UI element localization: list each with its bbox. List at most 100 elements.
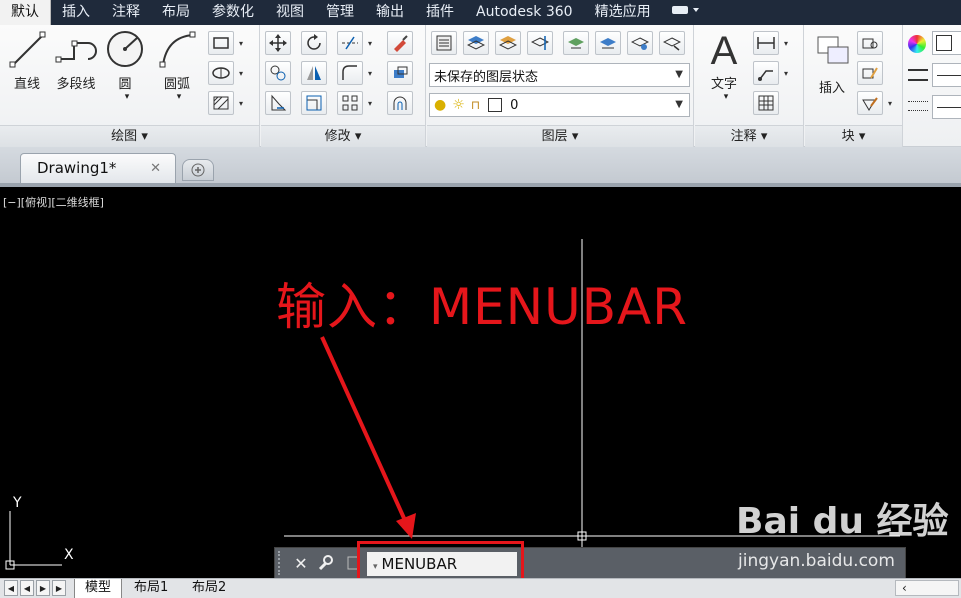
layer-lock-button[interactable] <box>659 31 685 55</box>
circle-dropdown-icon[interactable]: ▾ <box>102 92 152 102</box>
tab-output[interactable]: 输出 <box>365 0 415 25</box>
fillet-dropdown[interactable]: ▾ <box>365 61 375 85</box>
layer-previous-button[interactable] <box>563 31 589 55</box>
hatch-dropdown[interactable]: ▾ <box>236 91 246 115</box>
tab-default[interactable]: 默认 <box>0 0 51 25</box>
arc-tool[interactable]: 圆弧 ▾ <box>150 29 204 102</box>
new-tab-button[interactable] <box>182 159 214 181</box>
draw-panel-title[interactable]: 绘图 ▾ <box>0 125 259 147</box>
leader-button[interactable] <box>753 61 779 85</box>
modify-panel-expand-icon: ▾ <box>354 129 362 144</box>
horizontal-scrollbar[interactable]: ‹ <box>895 580 959 596</box>
erase-button[interactable] <box>387 31 413 55</box>
block-attributes-button[interactable] <box>857 91 883 115</box>
circle-tool[interactable]: 圆 ▾ <box>98 29 152 102</box>
layer-off-button[interactable] <box>627 31 653 55</box>
polyline-tool[interactable]: 多段线 <box>48 29 104 92</box>
rotate-button[interactable] <box>301 31 327 55</box>
explode-button[interactable] <box>387 61 413 85</box>
layer-lock-icon <box>663 37 681 51</box>
command-line-grip[interactable] <box>278 551 288 575</box>
linetype-preview <box>937 75 961 76</box>
tab-insert[interactable]: 插入 <box>51 0 101 25</box>
close-icon: ✕ <box>294 553 308 573</box>
lineweight-combo[interactable] <box>932 95 961 119</box>
lineweight-preview <box>937 107 961 108</box>
close-command-line-button[interactable]: ✕ <box>290 552 312 574</box>
layers-panel: 未保存的图层状态 ▼ ● ☼ ⊓ 0 ▼ 图层 ▾ <box>427 25 694 147</box>
text-dropdown-icon[interactable]: ▾ <box>701 92 751 102</box>
tab-view[interactable]: 视图 <box>265 0 315 25</box>
layer-match-button[interactable] <box>527 31 553 55</box>
layer-isolate-button[interactable] <box>595 31 621 55</box>
fillet-button[interactable] <box>337 61 363 85</box>
layer-state-button[interactable] <box>463 31 489 55</box>
line-tool-label: 直线 <box>13 77 40 92</box>
layout-tab-bar: ◀ ◀ ▶ ▶ 模型 布局1 布局2 ‹ <box>0 578 961 598</box>
offset-button[interactable] <box>387 91 413 115</box>
array-button[interactable] <box>337 91 363 115</box>
color-wheel-icon[interactable] <box>908 35 926 53</box>
scale-button[interactable] <box>301 91 327 115</box>
block-attributes-dropdown[interactable]: ▾ <box>885 91 895 115</box>
modify-panel-title[interactable]: 修改 ▾ <box>261 125 425 147</box>
block-panel-title[interactable]: 块 ▾ <box>805 125 902 147</box>
prev-layout-button[interactable]: ◀ <box>20 580 34 596</box>
ellipse-button[interactable] <box>208 61 234 85</box>
trim-button[interactable] <box>337 31 363 55</box>
text-tool[interactable]: A 文字 ▾ <box>697 29 751 102</box>
color-combo[interactable] <box>932 31 961 55</box>
create-block-button[interactable] <box>857 31 883 55</box>
next-layout-button[interactable]: ▶ <box>36 580 50 596</box>
line-tool[interactable]: 直线 <box>0 29 54 92</box>
layers-panel-title[interactable]: 图层 ▾ <box>427 125 693 147</box>
arc-dropdown-icon[interactable]: ▾ <box>154 92 204 102</box>
tab-model[interactable]: 模型 <box>74 579 123 598</box>
hatch-button[interactable] <box>208 91 234 115</box>
current-layer-combo[interactable]: ● ☼ ⊓ 0 ▼ <box>429 93 690 117</box>
table-icon <box>758 95 774 111</box>
tab-annotate[interactable]: 注释 <box>101 0 151 25</box>
tab-layout[interactable]: 布局 <box>151 0 201 25</box>
tab-featured-apps[interactable]: 精选应用 <box>584 0 662 25</box>
circle-tool-label: 圆 <box>118 77 132 92</box>
tab-parametric[interactable]: 参数化 <box>201 0 265 25</box>
close-icon[interactable]: ✕ <box>150 154 161 183</box>
ellipse-dropdown[interactable]: ▾ <box>236 61 246 85</box>
mirror-button[interactable] <box>301 61 327 85</box>
text-tool-label: 文字 <box>710 77 737 92</box>
dimension-dropdown[interactable]: ▾ <box>781 31 791 55</box>
rectangle-dropdown[interactable]: ▾ <box>236 31 246 55</box>
customize-command-line-button[interactable] <box>314 552 336 574</box>
tab-autodesk-360[interactable]: Autodesk 360 <box>465 0 584 25</box>
layer-state-combo[interactable]: 未保存的图层状态 ▼ <box>429 63 690 87</box>
arc-tool-label: 圆弧 <box>163 77 190 92</box>
trim-dropdown[interactable]: ▾ <box>365 31 375 55</box>
first-layout-button[interactable]: ◀ <box>4 580 18 596</box>
last-layout-button[interactable]: ▶ <box>52 580 66 596</box>
layer-properties-button[interactable] <box>431 31 457 55</box>
stretch-button[interactable] <box>265 91 291 115</box>
copy-button[interactable] <box>265 61 291 85</box>
array-dropdown[interactable]: ▾ <box>365 91 375 115</box>
unlock-icon: ⊓ <box>470 98 481 112</box>
ribbon-minimize-button[interactable] <box>662 0 708 25</box>
dimension-button[interactable] <box>753 31 779 55</box>
rectangle-button[interactable] <box>208 31 234 55</box>
table-button[interactable] <box>753 91 779 115</box>
lightbulb-icon: ● <box>434 97 447 113</box>
insert-block-tool[interactable]: 插入 <box>807 29 857 96</box>
tab-layout1[interactable]: 布局1 <box>124 579 178 598</box>
file-tab-drawing1[interactable]: Drawing1* ✕ <box>20 153 176 183</box>
tab-manage[interactable]: 管理 <box>315 0 365 25</box>
layer-freeze-button[interactable] <box>495 31 521 55</box>
leader-dropdown[interactable]: ▾ <box>781 61 791 85</box>
tab-plugins[interactable]: 插件 <box>415 0 465 25</box>
tab-layout2[interactable]: 布局2 <box>182 579 236 598</box>
modify-panel: ▾ ▾ ▾ 修改 ▾ <box>261 25 426 147</box>
move-button[interactable] <box>265 31 291 55</box>
edit-block-button[interactable] <box>857 61 883 85</box>
linetype-combo[interactable] <box>932 63 961 87</box>
rectangle-icon <box>213 37 229 49</box>
annotation-panel-title[interactable]: 注释 ▾ <box>695 125 803 147</box>
